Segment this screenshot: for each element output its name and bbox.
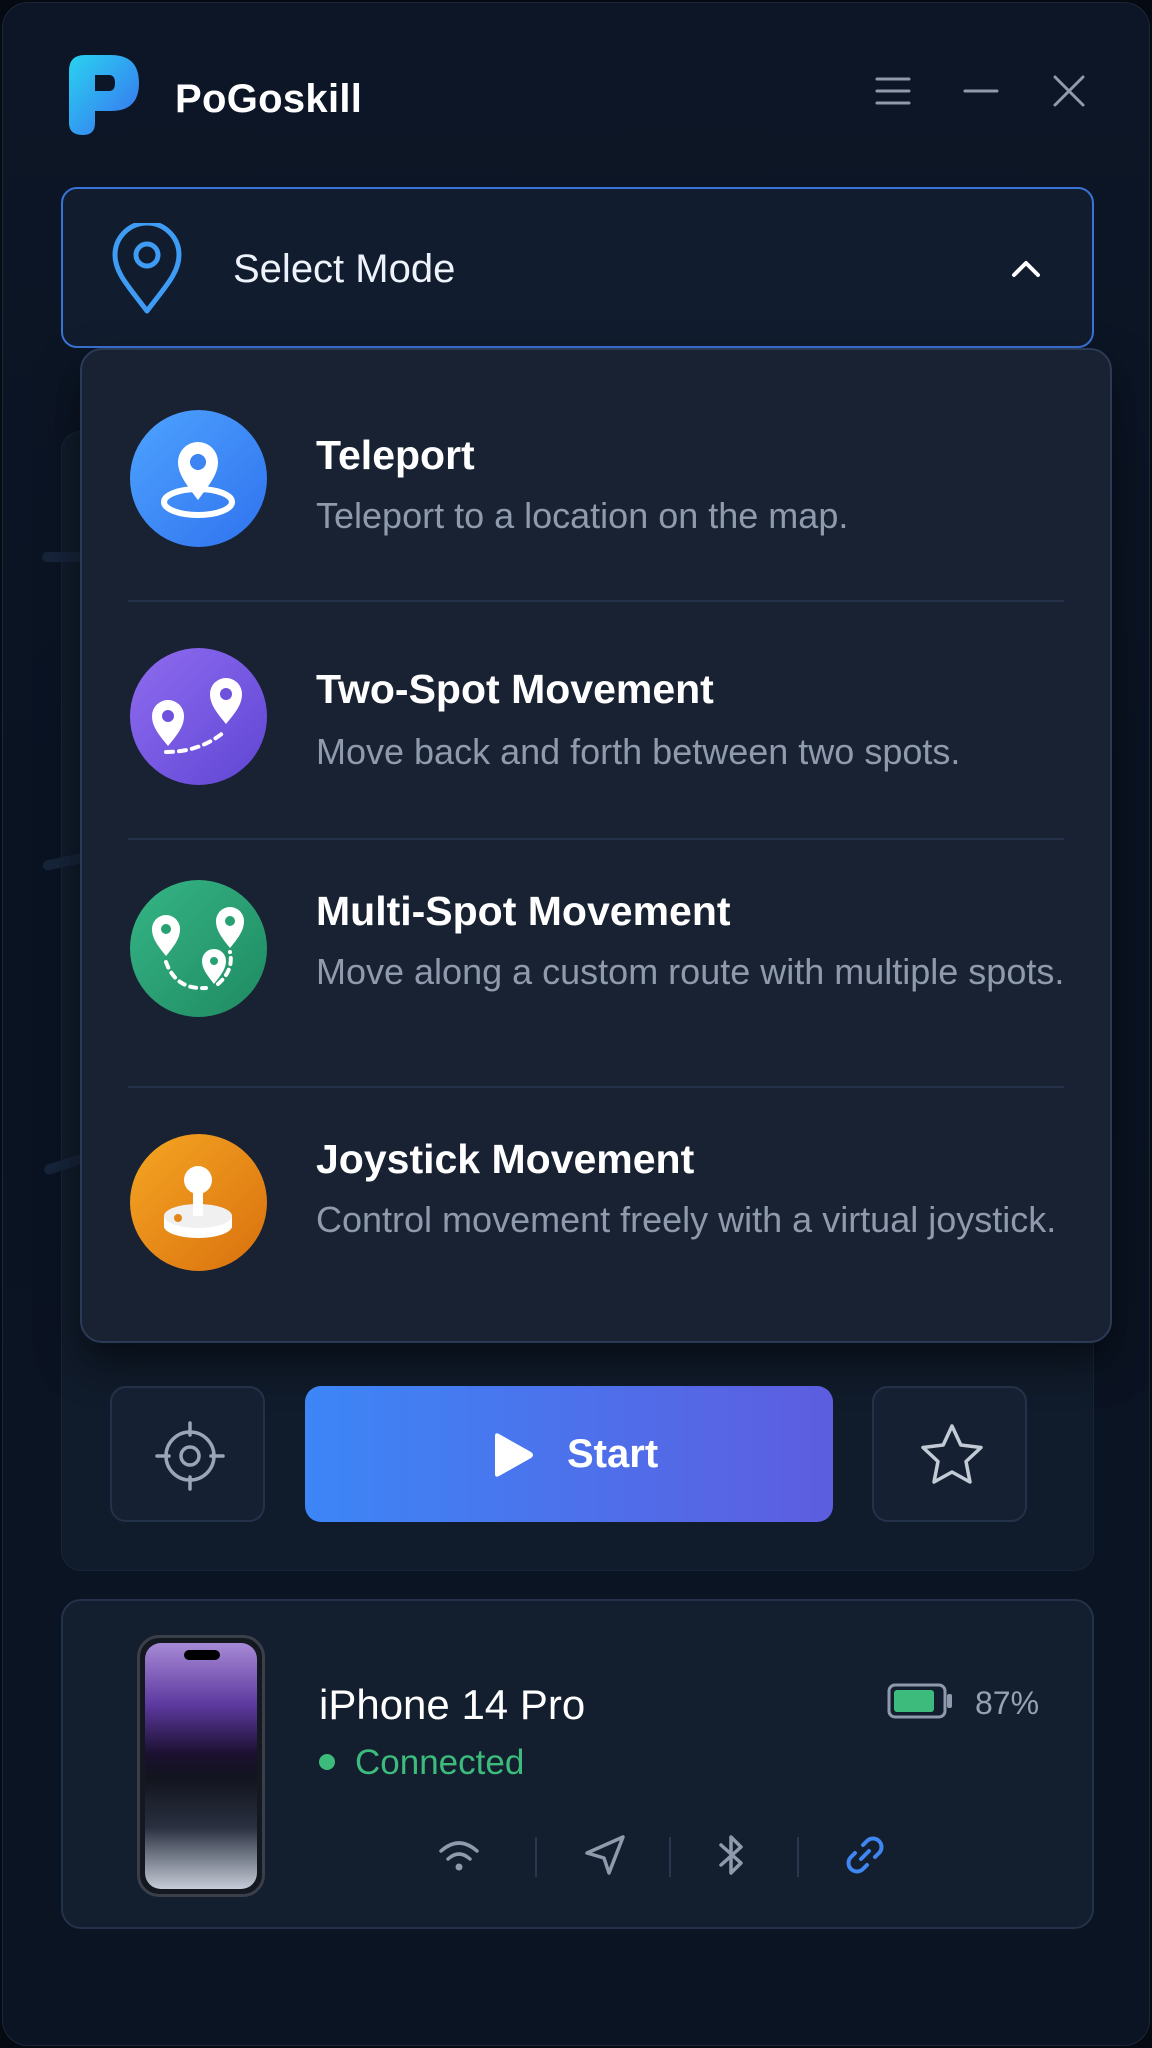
map-pin-icon — [112, 223, 182, 314]
status-dot — [319, 1753, 335, 1770]
hamburger-icon — [875, 77, 911, 105]
locate-button[interactable] — [110, 1386, 265, 1522]
two-spot-icon — [130, 648, 267, 785]
link-icon[interactable] — [841, 1831, 889, 1879]
mode-title: Joystick Movement — [316, 1136, 695, 1182]
mode-option-teleport[interactable]: Teleport Teleport to a location on the m… — [82, 350, 1110, 590]
mode-title: Multi-Spot Movement — [316, 888, 731, 934]
star-icon — [921, 1424, 983, 1484]
play-icon — [495, 1433, 533, 1477]
select-mode-label: Select Mode — [233, 247, 456, 291]
select-mode-dropdown[interactable]: Select Mode — [61, 187, 1094, 348]
mode-description: Control movement freely with a virtual j… — [316, 1199, 1057, 1240]
teleport-icon — [130, 410, 267, 547]
location-arrow-icon — [581, 1831, 629, 1879]
minimize-icon — [963, 89, 999, 93]
mode-menu: Teleport Teleport to a location on the m… — [80, 348, 1112, 1343]
device-name: iPhone 14 Pro — [319, 1681, 586, 1728]
battery-percent: 87% — [975, 1685, 1040, 1721]
multi-spot-icon — [130, 880, 267, 1017]
separator — [797, 1837, 799, 1877]
separator — [669, 1837, 671, 1877]
mode-description: Move back and forth between two spots. — [316, 731, 961, 772]
battery-icon — [887, 1683, 952, 1719]
joystick-icon — [130, 1134, 267, 1271]
battery-fill — [894, 1690, 934, 1712]
favorite-button[interactable] — [872, 1386, 1027, 1522]
mode-option-multi-spot[interactable]: Multi-Spot Movement Move along a custom … — [82, 840, 1110, 1084]
connection-status: Connected — [319, 1743, 524, 1783]
device-image — [137, 1635, 265, 1897]
bluetooth-icon — [707, 1831, 755, 1879]
chevron-up-icon — [1012, 261, 1040, 277]
wifi-icon — [435, 1831, 483, 1879]
close-button[interactable] — [1047, 69, 1091, 113]
separator — [535, 1837, 537, 1877]
mode-option-two-spot[interactable]: Two-Spot Movement Move back and forth be… — [82, 602, 1110, 838]
mode-description: Teleport to a location on the map. — [316, 495, 849, 536]
app-title: PoGoskill — [175, 77, 363, 121]
device-card: iPhone 14 Pro Connected 87% — [61, 1599, 1094, 1929]
mode-title: Teleport — [316, 432, 475, 478]
pogoskill-logo — [69, 55, 139, 135]
mode-title: Two-Spot Movement — [316, 666, 714, 712]
crosshair-icon — [155, 1421, 225, 1491]
mode-option-joystick[interactable]: Joystick Movement Control movement freel… — [82, 1088, 1110, 1341]
menu-button[interactable] — [871, 69, 915, 113]
status-text: Connected — [355, 1743, 525, 1782]
start-label: Start — [567, 1432, 659, 1476]
app-window: PoGoskill Select Mode Teleport Teleport … — [2, 2, 1150, 2046]
start-button[interactable]: Start — [305, 1386, 833, 1522]
minimize-button[interactable] — [959, 69, 1003, 113]
close-icon — [1053, 75, 1085, 107]
mode-description: Move along a custom route with multiple … — [316, 951, 1065, 992]
